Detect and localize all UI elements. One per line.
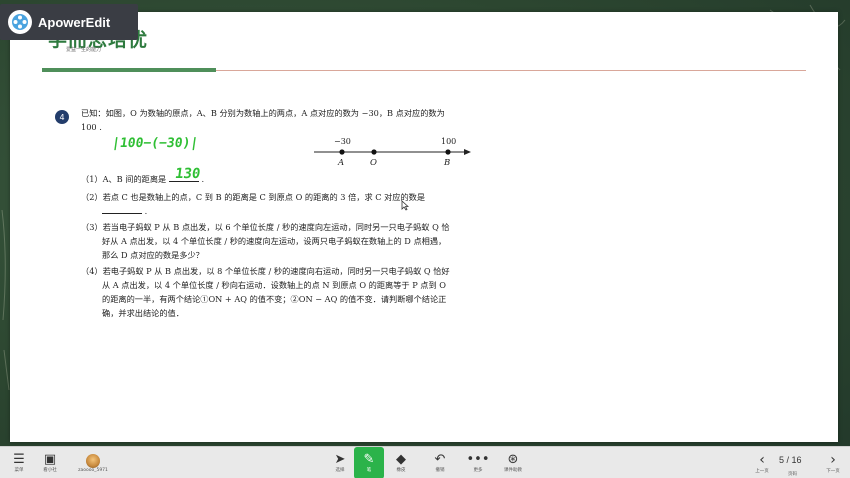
question-3-line3: 那么 D 点对应的数是多少？ <box>102 250 204 260</box>
hamburger-icon: ☰ <box>13 452 25 467</box>
question-2-end: . <box>144 206 148 216</box>
bottom-toolbar: ☰ 菜单 ▣ 看小社 zaoooo_5971 ➤ 选择 ✎ 笔 ◆ 橡皮 ↶ 撤… <box>0 446 850 478</box>
handwritten-calculation: |100−(−30)| <box>110 136 200 151</box>
lesson-slide: 学而思培优 爱益一生的能力 4 已知：如图，O 为数轴的原点，A、B 分别为数轴… <box>10 12 838 442</box>
label-minus-30: −30 <box>334 137 351 146</box>
mouse-cursor-icon <box>401 200 409 211</box>
film-reel-icon <box>8 10 32 34</box>
undo-label: 撤销 <box>435 468 445 473</box>
handwritten-answer: 130 <box>173 166 202 182</box>
pen-icon: ✎ <box>363 452 375 467</box>
undo-button[interactable]: ↶ 撤销 <box>427 447 453 478</box>
menu-button[interactable]: ☰ 菜单 <box>8 447 30 478</box>
header-accent-line <box>42 68 216 72</box>
avatar <box>86 453 100 468</box>
point-o <box>371 149 377 155</box>
chevron-left-icon: ‹ <box>759 451 765 468</box>
label-a: A <box>337 158 344 168</box>
eraser-label: 橡皮 <box>396 468 406 473</box>
page-indicator[interactable]: 5 / 16 <box>779 455 802 465</box>
eraser-tool-button[interactable]: ◆ 橡皮 <box>388 447 414 478</box>
more-button[interactable]: ••• 更多 <box>465 447 491 478</box>
number-line-arrow <box>464 149 471 155</box>
undo-icon: ↶ <box>434 452 446 467</box>
page-label: 页码 <box>788 472 797 477</box>
menu-label: 菜单 <box>14 468 24 473</box>
user-label: zaoooo_5971 <box>78 467 108 473</box>
point-a <box>339 149 345 155</box>
ai-label: 课件助教 <box>504 468 522 473</box>
question-4-line3: 的距离的一半，有两个结论①ON + AQ 的值不变；②ON − AQ 的值不变．… <box>102 294 447 304</box>
pen-tool-button[interactable]: ✎ 笔 <box>354 447 384 478</box>
point-b <box>445 149 451 155</box>
user-profile[interactable]: zaoooo_5971 <box>76 447 110 478</box>
brand-slogan: 爱益一生的能力 <box>66 47 102 53</box>
next-page-button[interactable]: › 下一页 <box>821 450 845 476</box>
pen-label: 笔 <box>366 468 372 473</box>
label-o: O <box>370 158 377 168</box>
ai-assistant-button[interactable]: ⊛ 课件助教 <box>499 447 527 478</box>
board-button[interactable]: ▣ 看小社 <box>38 447 62 478</box>
question-3-line2: 好从 A 点出发，以 4 个单位长度 / 秒的速度向左运动，设两只电子蚂蚁在数轴… <box>102 236 447 246</box>
header-divider <box>216 70 806 71</box>
prev-label: 上一页 <box>755 468 769 474</box>
ellipsis-icon: ••• <box>466 452 490 467</box>
question-4-line2: 从 A 点出发，以 4 个单位长度 / 秒向右运动．设数轴上的点 N 到原点 O… <box>102 280 446 290</box>
label-100: 100 <box>441 137 456 146</box>
label-b: B <box>443 158 450 168</box>
prev-page-button[interactable]: ‹ 上一页 <box>750 450 774 476</box>
question-1-text: （1）A、B 间的距离是 <box>81 174 167 184</box>
screen-icon: ▣ <box>43 452 57 467</box>
select-tool-button[interactable]: ➤ 选择 <box>327 447 353 478</box>
question-1-end: . <box>201 174 205 184</box>
more-label: 更多 <box>473 468 483 473</box>
select-label: 选择 <box>335 468 345 473</box>
question-number-badge: 4 <box>55 110 69 124</box>
pointer-icon: ➤ <box>334 452 346 467</box>
problem-intro-line2: 100 . <box>81 122 102 132</box>
question-2-line1: （2）若点 C 也是数轴上的点，C 到 B 的距离是 C 到原点 O 的距离的 … <box>81 192 426 202</box>
watermark-label: ApowerEdit <box>38 14 111 30</box>
chevron-right-icon: › <box>830 451 836 468</box>
answer-blank-2 <box>102 213 142 214</box>
next-label: 下一页 <box>826 468 840 474</box>
question-4-line1: （4）若电子蚂蚁 P 从 B 点出发，以 8 个单位长度 / 秒的速度向右运动，… <box>81 266 450 276</box>
question-3-line1: （3）若当电子蚂蚁 P 从 B 点出发，以 6 个单位长度 / 秒的速度向左运动… <box>81 222 450 232</box>
number-line-figure: −30 100 A O B <box>314 137 471 168</box>
question-4-line4: 确，并求出结论的值． <box>102 308 184 318</box>
apoweredit-watermark: ApowerEdit <box>0 4 138 40</box>
question-2-line2: . <box>102 204 147 219</box>
problem-intro-line1: 已知：如图，O 为数轴的原点，A、B 分别为数轴上的两点，A 点对应的数为 −3… <box>81 108 445 118</box>
board-label: 看小社 <box>43 468 57 473</box>
robot-icon: ⊛ <box>507 452 519 467</box>
eraser-icon: ◆ <box>396 452 406 467</box>
